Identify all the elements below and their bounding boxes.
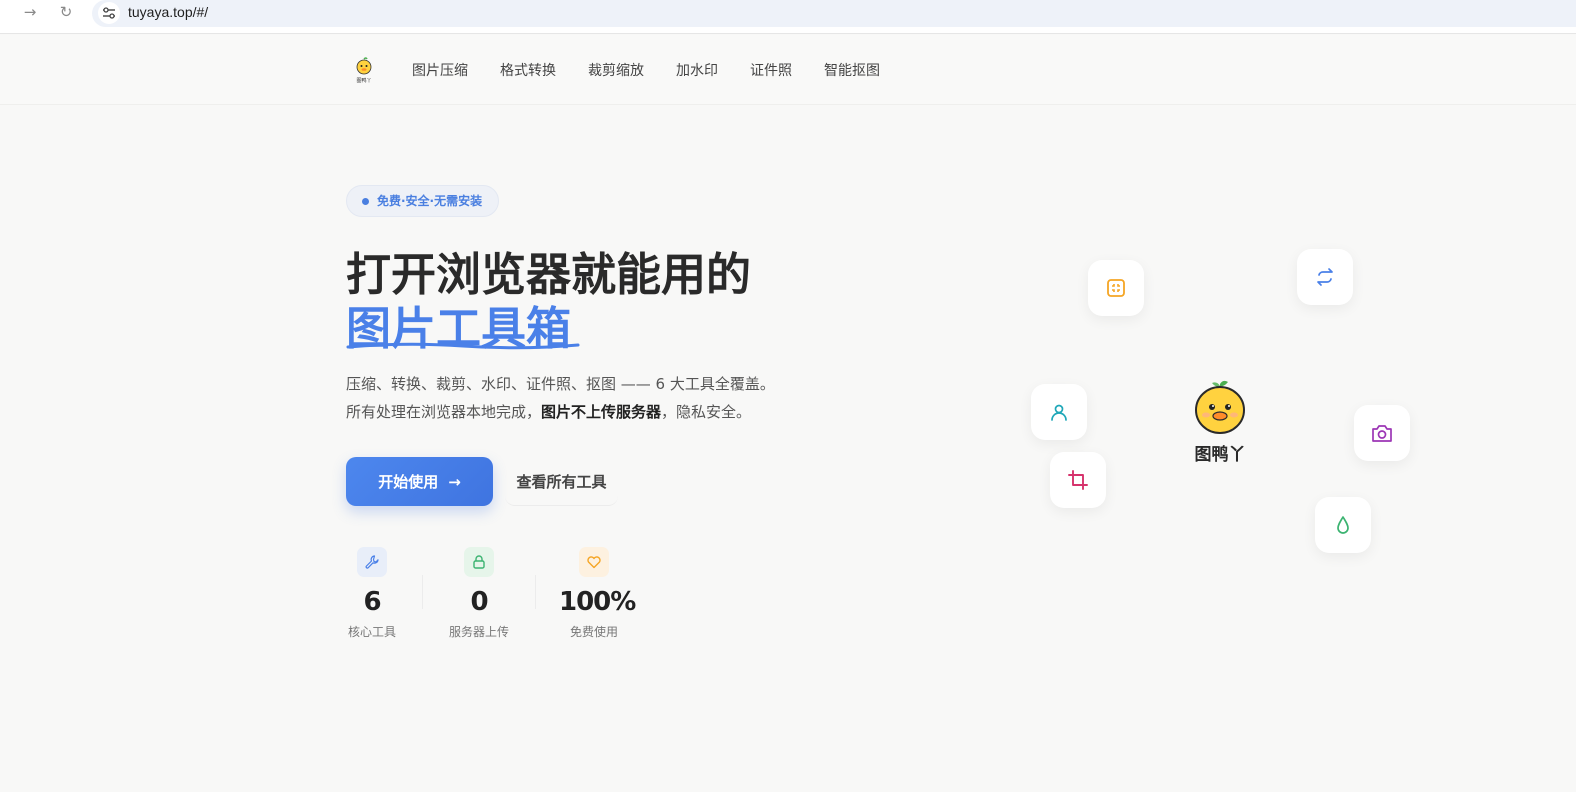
camera-icon xyxy=(1372,425,1392,442)
hero-badge-text: 免费·安全·无需安装 xyxy=(377,194,483,208)
desc-emphasis: 图片不上传服务器 xyxy=(541,403,662,421)
address-bar[interactable]: tuyaya.top/#/ xyxy=(92,0,1576,27)
site-logo-caption: 图鸭丫 xyxy=(356,78,372,84)
stat-value: 6 xyxy=(363,587,381,617)
nav-link-compress[interactable]: 图片压缩 xyxy=(412,60,468,80)
compress-icon xyxy=(1107,279,1125,297)
site-settings-icon[interactable] xyxy=(98,2,120,24)
stat-core-tools: 6 核心工具 xyxy=(346,547,398,640)
stat-free-usage: 100% 免费使用 xyxy=(559,547,636,640)
badge-dot xyxy=(362,198,369,205)
main-nav: 图片压缩 格式转换 裁剪缩放 加水印 证件照 智能抠图 xyxy=(412,60,880,80)
hero-badge: 免费·安全·无需安装 xyxy=(346,185,500,217)
convert-icon xyxy=(1317,268,1333,286)
convert-tile[interactable] xyxy=(1297,249,1353,305)
view-all-tools-label: 查看所有工具 xyxy=(516,472,607,491)
drop-icon xyxy=(1337,516,1349,534)
reload-icon[interactable]: ↻ xyxy=(56,2,76,22)
id-photo-tile[interactable] xyxy=(1031,384,1087,440)
nav-link-cutout[interactable]: 智能抠图 xyxy=(824,60,880,80)
compress-tile[interactable] xyxy=(1088,260,1144,316)
stat-label: 核心工具 xyxy=(347,625,396,639)
site-logo[interactable]: 图鸭丫 xyxy=(352,57,376,84)
start-button-label: 开始使用 xyxy=(378,473,439,491)
stat-server-uploads: 0 服务器上传 xyxy=(446,547,512,640)
stat-divider xyxy=(422,575,423,609)
nav-link-watermark[interactable]: 加水印 xyxy=(676,60,718,80)
desc-post: ，隐私安全。 xyxy=(661,403,752,421)
nav-link-id-photo[interactable]: 证件照 xyxy=(750,60,792,80)
heart-icon xyxy=(579,547,609,577)
stat-value: 100% xyxy=(559,587,636,617)
crop-icon xyxy=(1068,470,1088,490)
wrench-icon xyxy=(357,547,387,577)
start-button[interactable]: 开始使用 → xyxy=(346,457,493,506)
lock-icon xyxy=(464,547,494,577)
hero-description-line2: 所有处理在浏览器本地完成，图片不上传服务器，隐私安全。 xyxy=(346,401,866,422)
view-all-tools-button[interactable]: 查看所有工具 xyxy=(505,457,618,506)
browser-toolbar: → ↻ tuyaya.top/#/ xyxy=(0,0,1576,34)
hero-description-line1: 压缩、转换、裁剪、水印、证件照、抠图 —— 6 大工具全覆盖。 xyxy=(346,375,775,393)
stat-label: 服务器上传 xyxy=(448,625,509,639)
url-text[interactable]: tuyaya.top/#/ xyxy=(128,4,208,20)
stat-divider xyxy=(535,575,536,609)
nav-link-convert[interactable]: 格式转换 xyxy=(500,60,556,80)
crop-tile[interactable] xyxy=(1050,452,1106,508)
watermark-tile[interactable] xyxy=(1315,497,1371,553)
site-header: 图鸭丫 图片压缩 格式转换 裁剪缩放 加水印 证件照 智能抠图 xyxy=(0,35,1576,105)
nav-link-crop[interactable]: 裁剪缩放 xyxy=(588,60,644,80)
stat-value: 0 xyxy=(470,587,488,617)
mascot-caption: 图鸭丫 xyxy=(1194,445,1246,465)
stat-label: 免费使用 xyxy=(569,625,618,639)
desc-pre: 所有处理在浏览器本地完成， xyxy=(346,403,542,421)
title-underline xyxy=(346,342,580,350)
duck-logo-icon xyxy=(356,57,372,75)
person-icon xyxy=(1051,404,1067,421)
forward-icon[interactable]: → xyxy=(20,2,40,22)
camera-tile[interactable] xyxy=(1354,405,1410,461)
mascot-logo: 图鸭丫 xyxy=(1186,380,1254,466)
arrow-right-icon: → xyxy=(448,472,461,491)
duck-mascot-icon xyxy=(1195,380,1245,434)
